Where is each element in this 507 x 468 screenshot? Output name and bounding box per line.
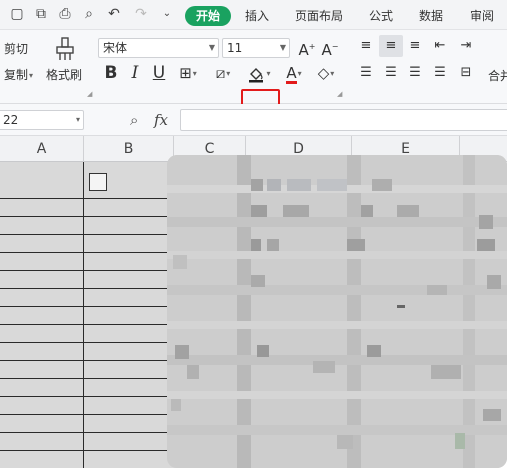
align-center-icon[interactable]: ☰ — [381, 62, 401, 84]
align-right-icon[interactable]: ☰ — [405, 62, 425, 84]
fill-color-icon[interactable]: ▾ — [244, 62, 274, 84]
grid-line — [0, 432, 175, 433]
bold-icon[interactable]: B — [102, 62, 120, 84]
pixelated-content — [167, 155, 507, 468]
formula-input[interactable] — [180, 109, 507, 131]
italic-icon[interactable]: I — [127, 62, 143, 84]
align-middle-icon[interactable]: ≡ — [379, 35, 403, 57]
column-header-a[interactable]: A — [0, 136, 84, 162]
cell-style-icon[interactable]: ⧄▾ — [208, 62, 238, 84]
tab-start[interactable]: 开始 — [185, 6, 232, 26]
grid-line — [0, 360, 175, 361]
new-doc-icon[interactable]: ▢ — [8, 5, 26, 23]
top-menu-bar: ▢ ⧉ ⎙ ⌕ ↶ ↷ ⌄ 开始 插入 页面布局 公式 数据 审阅 — [0, 0, 507, 30]
cut-button[interactable]: 剪切 — [4, 40, 28, 57]
grid-line — [0, 306, 175, 307]
copy-label: 复制 — [4, 68, 29, 82]
grid-line — [0, 414, 175, 415]
grid-line — [0, 252, 175, 253]
tab-data[interactable]: 数据 — [419, 6, 443, 26]
align-bottom-icon[interactable]: ≡ — [405, 35, 425, 57]
grid-line — [0, 198, 175, 199]
underline-icon[interactable]: U — [150, 62, 168, 84]
chevron-down-icon: ▾ — [75, 115, 80, 124]
decrease-indent-icon[interactable]: ⇤ — [430, 35, 450, 57]
redo-icon[interactable]: ↷ — [132, 5, 150, 23]
name-box[interactable]: 22 ▾ — [0, 110, 84, 130]
font-size-value: 11 — [227, 41, 243, 55]
clipboard-group-launcher-icon[interactable]: ◢ — [87, 90, 92, 98]
format-painter-button[interactable]: 格式刷 — [46, 66, 82, 83]
pixelated-region — [167, 155, 507, 468]
undo-icon[interactable]: ↶ — [105, 5, 123, 23]
chevron-down-icon: ▼ — [208, 43, 215, 52]
align-left-icon[interactable]: ☰ — [356, 62, 376, 84]
decrease-font-size-icon[interactable]: A− — [320, 36, 340, 59]
grid-line — [0, 216, 175, 217]
grid-line — [0, 450, 175, 451]
cell-grid[interactable] — [0, 162, 175, 468]
ribbon-toolbar: 剪切 复制▾ 格式刷 ◢ 宋体 ▼ 11 ▼ A+ A− B I U ⊞▾ ⧄▾ ▾… — [0, 30, 507, 132]
tab-formulas[interactable]: 公式 — [369, 6, 393, 26]
font-name-value: 宋体 — [103, 41, 128, 55]
font-group-launcher-icon[interactable]: ◢ — [337, 90, 342, 98]
name-box-value: 22 — [3, 113, 19, 127]
formula-bar: 22 ▾ ⌕ fx — [0, 104, 507, 136]
increase-indent-icon[interactable]: ⇥ — [456, 35, 476, 57]
column-header-b[interactable]: B — [84, 136, 174, 162]
borders-icon[interactable]: ⊞▾ — [174, 62, 202, 84]
grid-line — [0, 270, 175, 271]
increase-font-size-icon[interactable]: A+ — [297, 36, 317, 59]
merge-button[interactable]: 合并 — [488, 67, 507, 84]
zoom-search-icon[interactable]: ⌕ — [130, 111, 138, 129]
tab-page-layout[interactable]: 页面布局 — [295, 6, 343, 26]
insert-function-icon[interactable]: fx — [154, 111, 168, 129]
grid-line — [0, 378, 175, 379]
font-size-select[interactable]: 11 ▼ — [222, 38, 290, 58]
tab-insert[interactable]: 插入 — [245, 6, 269, 26]
print-preview-icon[interactable]: ⌕ — [80, 5, 98, 23]
distributed-align-icon[interactable]: ⊟ — [456, 62, 476, 84]
copy-button[interactable]: 复制▾ — [4, 66, 33, 83]
chevron-down-icon: ▼ — [279, 43, 286, 52]
clear-format-icon[interactable]: ◇▾ — [312, 62, 340, 84]
justify-icon[interactable]: ☰ — [430, 62, 450, 84]
grid-line — [0, 396, 175, 397]
print-icon[interactable]: ⎙ — [56, 5, 74, 23]
quick-access-dropdown-icon[interactable]: ⌄ — [158, 5, 176, 23]
export-icon[interactable]: ⧉ — [32, 5, 50, 23]
cell-checkbox[interactable] — [89, 173, 107, 191]
font-color-icon[interactable]: A▾ — [281, 62, 307, 84]
grid-line — [0, 288, 175, 289]
grid-line — [83, 162, 84, 468]
format-painter-icon[interactable] — [54, 36, 76, 62]
grid-line — [0, 342, 175, 343]
grid-line — [0, 234, 175, 235]
align-top-icon[interactable]: ≡ — [356, 35, 376, 57]
font-name-select[interactable]: 宋体 ▼ — [98, 38, 219, 58]
grid-line — [0, 324, 175, 325]
tab-review[interactable]: 审阅 — [470, 6, 494, 26]
